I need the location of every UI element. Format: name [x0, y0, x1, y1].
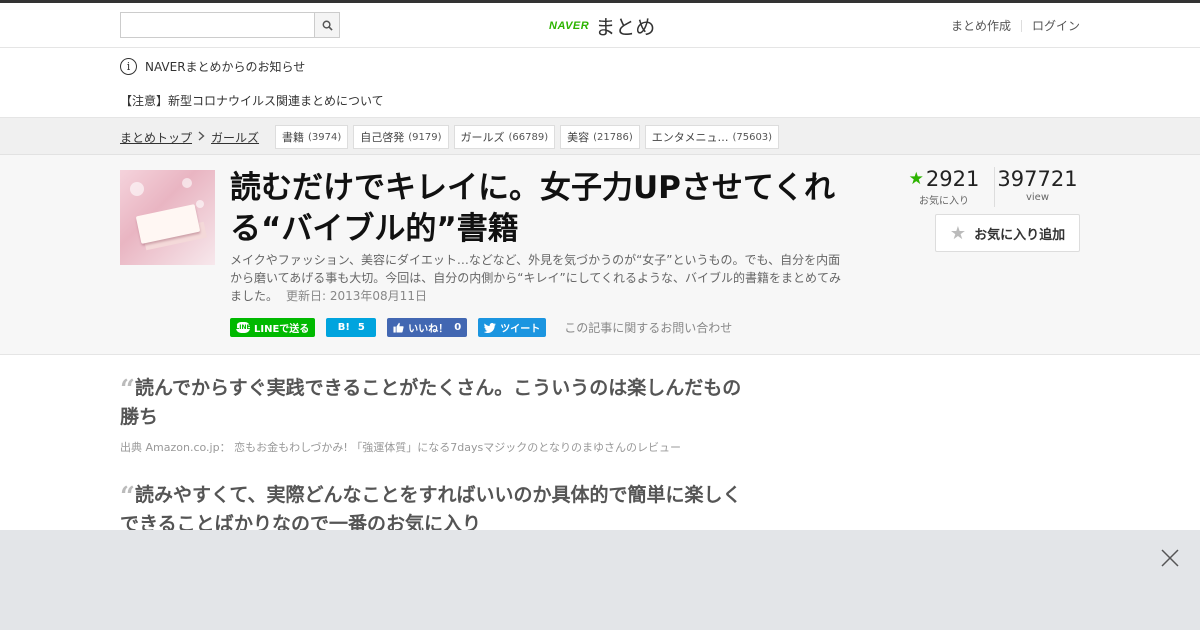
thumbs-up-icon — [393, 322, 404, 333]
tag-list: 書籍 (3974) 自己啓発 (9179) ガールズ (66789) 美容 (21786… — [275, 125, 780, 149]
article-stats: ★ 2921 お気に入り 397721 view — [908, 167, 1080, 207]
tag-item[interactable]: 自己啓発 (9179) — [353, 125, 449, 149]
nav-divider — [1020, 19, 1022, 32]
header-nav: まとめ作成 ログイン — [951, 17, 1080, 34]
tag-count: (66789) — [508, 131, 549, 143]
quote-body: 読んでからすぐ実践できることがたくさん。こういうのは楽しんだもの勝ち — [120, 377, 742, 428]
views-stat: 397721 view — [994, 167, 1080, 207]
bokeh-dot — [196, 200, 204, 208]
tag-count: (21786) — [593, 131, 633, 143]
bokeh-dot — [182, 178, 192, 188]
facebook-like-button[interactable]: いいね！ 0 — [387, 318, 468, 337]
line-share-button[interactable]: LINE LINEで送る — [230, 318, 316, 337]
tag-label: ガールズ — [460, 131, 505, 144]
site-header: NAVER まとめ まとめ作成 ログイン — [0, 3, 1200, 48]
search-button[interactable] — [314, 13, 339, 37]
quote-text: “読んでからすぐ実践できることがたくさん。こういうのは楽しんだもの勝ち — [120, 375, 745, 431]
info-icon: i — [120, 58, 137, 75]
article-description: メイクやファッション、美容にダイエット…などなど、外見を気づかうのが“女子”とい… — [230, 251, 842, 305]
add-favorite-label: お気に入り追加 — [974, 227, 1066, 243]
tag-item[interactable]: ガールズ (66789) — [453, 125, 556, 149]
line-icon: LINE — [235, 322, 251, 333]
hatena-icon: B! — [337, 322, 350, 333]
twitter-tweet-button[interactable]: ツイート — [478, 318, 547, 337]
views-label: view — [1025, 192, 1050, 203]
article-header: 読むだけでキレイに。女子力UPさせてくれる“バイブル的”書籍 メイクやファッショ… — [0, 155, 1200, 355]
favorites-count: 2921 — [925, 167, 980, 191]
twitter-bird-icon — [484, 322, 497, 333]
tag-count: (75603) — [732, 131, 773, 143]
quote-block: “読んでからすぐ実践できることがたくさん。こういうのは楽しんだもの勝ち 出典 A… — [120, 375, 745, 455]
notice-section: i NAVERまとめからのお知らせ 【注意】新型コロナウイルス関連まとめについて — [0, 48, 1200, 118]
hatena-bookmark-button[interactable]: B! 5 — [326, 318, 377, 337]
article-inquiry-link[interactable]: この記事に関するお問い合わせ — [564, 319, 732, 336]
facebook-like-label: いいね！ — [408, 324, 449, 335]
chevron-right-icon — [198, 131, 205, 144]
search-input[interactable] — [121, 13, 314, 37]
quote-body: 読みやすくて、実際どんなことをすればいいのか具体的で簡単に楽しくできることばかり… — [120, 484, 742, 535]
logo-naver: NAVER — [549, 19, 590, 32]
create-matome-link[interactable]: まとめ作成 — [951, 17, 1011, 34]
quote-mark-icon: “ — [120, 482, 135, 512]
bottom-ad-overlay — [0, 530, 1200, 630]
close-icon[interactable] — [1160, 548, 1180, 568]
login-link[interactable]: ログイン — [1032, 17, 1080, 34]
breadcrumb-top-link[interactable]: まとめトップ — [120, 129, 192, 146]
breadcrumb: まとめトップ ガールズ — [120, 129, 259, 146]
breadcrumb-category-link[interactable]: ガールズ — [211, 129, 259, 146]
quote-mark-icon: “ — [120, 375, 135, 405]
logo-matome: まとめ — [595, 15, 656, 39]
article-title: 読むだけでキレイに。女子力UPさせてくれる“バイブル的”書籍 — [230, 170, 835, 247]
views-count: 397721 — [997, 167, 1078, 191]
notice-title: NAVERまとめからのお知らせ — [145, 60, 306, 74]
tweet-label: ツイート — [500, 324, 541, 335]
notice-item-link[interactable]: 【注意】新型コロナウイルス関連まとめについて — [120, 92, 384, 109]
breadcrumb-bar: まとめトップ ガールズ 書籍 (3974) 自己啓発 (9179) ガールズ (667… — [0, 118, 1200, 155]
share-buttons: LINE LINEで送る B! 5 いいね！ 0 ツイート この記事に関するお問… — [230, 318, 732, 337]
tag-item[interactable]: 書籍 (3974) — [275, 125, 349, 149]
updated-date: 更新日: 2013年08月11日 — [286, 289, 427, 303]
search-box — [120, 12, 340, 38]
favorites-label: お気に入り — [919, 196, 969, 207]
facebook-like-count: 0 — [454, 322, 462, 333]
notice-header: i NAVERまとめからのお知らせ — [120, 58, 305, 75]
article-content: “読んでからすぐ実践できることがたくさん。こういうのは楽しんだもの勝ち 出典 A… — [0, 355, 1200, 536]
tag-item[interactable]: 美容 (21786) — [560, 125, 640, 149]
search-icon — [322, 20, 333, 31]
quote-source[interactable]: 出典 Amazon.co.jp： 恋もお金もわしづかみ! 「強運体質」になる7d… — [120, 439, 745, 455]
star-icon: ★ — [908, 169, 924, 189]
tag-item[interactable]: エンタメニュ… (75603) — [644, 125, 780, 149]
add-favorite-button[interactable]: ★ お気に入り追加 — [935, 214, 1080, 252]
tag-label: 自己啓発 — [360, 131, 405, 144]
tag-label: 書籍 — [282, 131, 304, 144]
bokeh-dot — [130, 182, 144, 196]
star-outline-icon: ★ — [949, 222, 967, 244]
hatena-count: 5 — [357, 322, 365, 333]
tag-count: (9179) — [408, 131, 442, 143]
tag-label: 美容 — [567, 131, 590, 144]
line-share-label: LINEで送る — [254, 324, 310, 335]
site-logo[interactable]: NAVER まとめ — [549, 11, 655, 40]
tag-count: (3974) — [308, 131, 342, 143]
article-thumbnail — [120, 170, 215, 265]
tag-label: エンタメニュ… — [651, 131, 729, 144]
favorites-stat: ★ 2921 お気に入り — [908, 167, 980, 207]
